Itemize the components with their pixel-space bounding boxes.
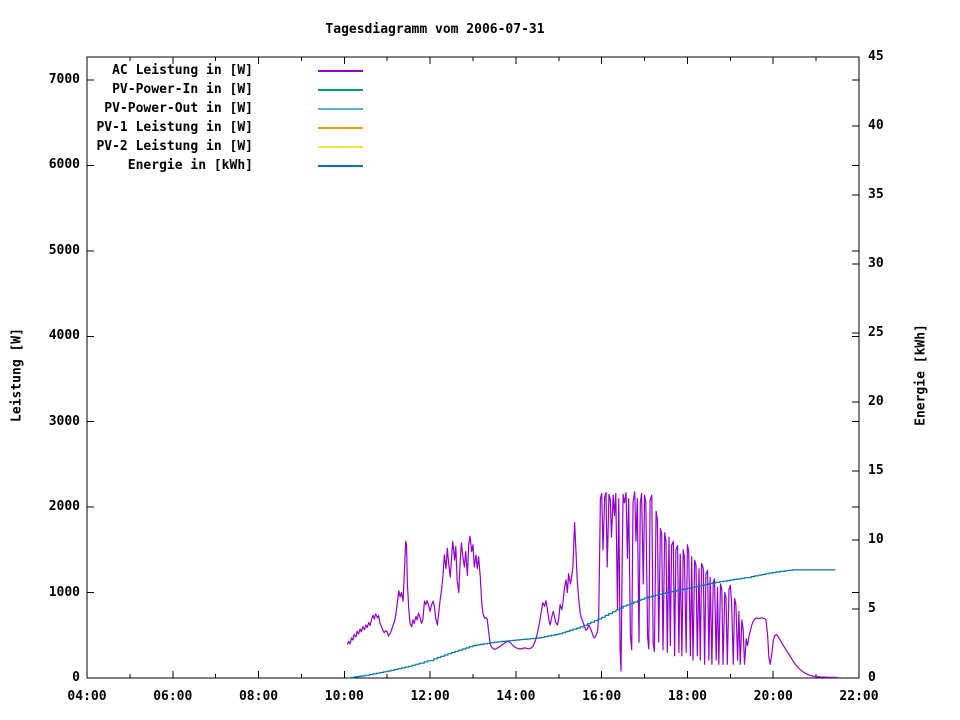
x-tick-label: 16:00 [574, 689, 630, 705]
y-axis-right-label: Energie [kWh] [914, 324, 929, 426]
y-left-tick-label: 1000 [28, 585, 80, 601]
legend-item-label: PV-Power-In in [W] [90, 82, 253, 98]
y-right-tick-label: 15 [868, 463, 908, 479]
legend-color-swatch [318, 146, 363, 148]
x-tick-label: 12:00 [402, 689, 458, 705]
y-right-tick-label: 5 [868, 601, 908, 617]
y-right-tick-label: 45 [868, 49, 908, 65]
legend-color-swatch [318, 70, 363, 72]
legend-color-swatch [318, 89, 363, 91]
y-left-tick-label: 4000 [28, 328, 80, 344]
y-right-tick-label: 10 [868, 532, 908, 548]
legend-item-label: PV-2 Leistung in [W] [90, 139, 253, 155]
legend-item-label: AC Leistung in [W] [90, 63, 253, 79]
y-left-tick-label: 7000 [28, 72, 80, 88]
legend-color-swatch [318, 108, 363, 110]
x-tick-label: 22:00 [831, 689, 887, 705]
y-right-tick-label: 30 [868, 256, 908, 272]
x-tick-label: 04:00 [59, 689, 115, 705]
legend-item-label: Energie in [kWh] [90, 158, 253, 174]
x-tick-label: 18:00 [659, 689, 715, 705]
y-left-tick-label: 6000 [28, 157, 80, 173]
y-left-tick-label: 0 [28, 670, 80, 686]
y-right-tick-label: 40 [868, 118, 908, 134]
y-right-tick-label: 20 [868, 394, 908, 410]
y-left-tick-label: 2000 [28, 499, 80, 515]
daily-pv-chart: Tagesdiagramm vom 2006-07-31 Leistung [W… [0, 0, 960, 720]
x-tick-label: 14:00 [488, 689, 544, 705]
chart-title: Tagesdiagramm vom 2006-07-31 [325, 22, 544, 37]
y-right-tick-label: 25 [868, 325, 908, 341]
y-right-tick-label: 35 [868, 187, 908, 203]
y-left-tick-label: 5000 [28, 243, 80, 259]
x-tick-label: 10:00 [316, 689, 372, 705]
legend-color-swatch [318, 165, 363, 167]
y-right-tick-label: 0 [868, 670, 908, 686]
legend-item-label: PV-1 Leistung in [W] [90, 120, 253, 136]
series-energie-in-kwh [347, 570, 835, 678]
y-left-tick-label: 3000 [28, 414, 80, 430]
legend-item-label: PV-Power-Out in [W] [90, 101, 253, 117]
legend-color-swatch [318, 127, 363, 129]
x-tick-label: 08:00 [231, 689, 287, 705]
x-tick-label: 20:00 [745, 689, 801, 705]
y-axis-left-label: Leistung [W] [10, 328, 25, 422]
x-tick-label: 06:00 [145, 689, 201, 705]
series-ac-leistung-in-w [347, 492, 837, 678]
